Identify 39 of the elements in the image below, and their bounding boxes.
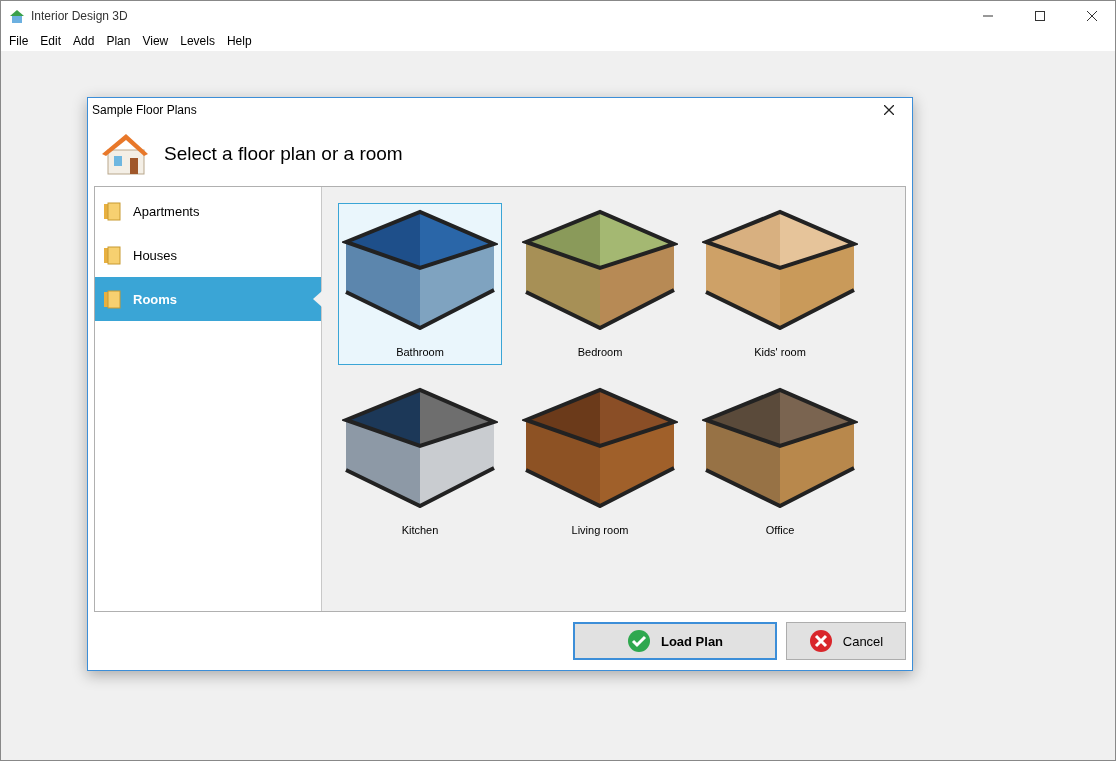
plan-tile[interactable]: Living room [518, 381, 682, 543]
cancel-icon [808, 629, 833, 653]
folder-icon [103, 289, 123, 309]
plan-label: Kitchen [401, 524, 439, 536]
menu-item[interactable]: Levels [174, 34, 221, 48]
plan-label: Bathroom [396, 346, 444, 358]
dialog-title: Sample Floor Plans [92, 103, 198, 117]
menu-item[interactable]: Plan [100, 34, 137, 48]
menu-item[interactable]: Edit [34, 34, 68, 48]
category-item[interactable]: Houses [95, 233, 321, 277]
window-title: Interior Design 3D [31, 9, 129, 23]
plan-tile[interactable]: Kitchen [338, 381, 502, 543]
load-plan-button[interactable]: Load Plan [573, 622, 777, 660]
category-label: Houses [133, 247, 178, 263]
plan-tile[interactable]: Bathroom [338, 203, 502, 365]
category-label: Apartments [133, 203, 200, 219]
house-icon [100, 132, 150, 176]
menu-item[interactable]: File [3, 34, 35, 48]
category-item[interactable]: Apartments [95, 189, 321, 233]
plan-tile[interactable]: Bedroom [518, 203, 682, 365]
close-icon [1087, 11, 1097, 21]
folder-icon [103, 245, 123, 265]
menu-item[interactable]: Add [67, 34, 101, 48]
plan-label: Living room [571, 524, 629, 536]
plan-label: Office [765, 524, 795, 536]
app-icon [9, 8, 25, 24]
menu-item[interactable]: Help [220, 34, 258, 48]
cancel-button[interactable]: Cancel [786, 622, 906, 660]
menu-item[interactable]: View [136, 34, 175, 48]
category-label: Rooms [133, 291, 178, 307]
maximize-icon [1035, 11, 1045, 21]
plan-label: Kids' room [754, 346, 806, 358]
close-icon [884, 105, 894, 115]
plan-tile[interactable]: Office [698, 381, 862, 543]
dialog-heading: Select a floor plan or a room [164, 143, 403, 165]
checkmark-icon [626, 629, 651, 653]
folder-icon [103, 201, 123, 221]
plan-label: Bedroom [577, 346, 623, 358]
plan-tile[interactable]: Kids' room [698, 203, 862, 365]
